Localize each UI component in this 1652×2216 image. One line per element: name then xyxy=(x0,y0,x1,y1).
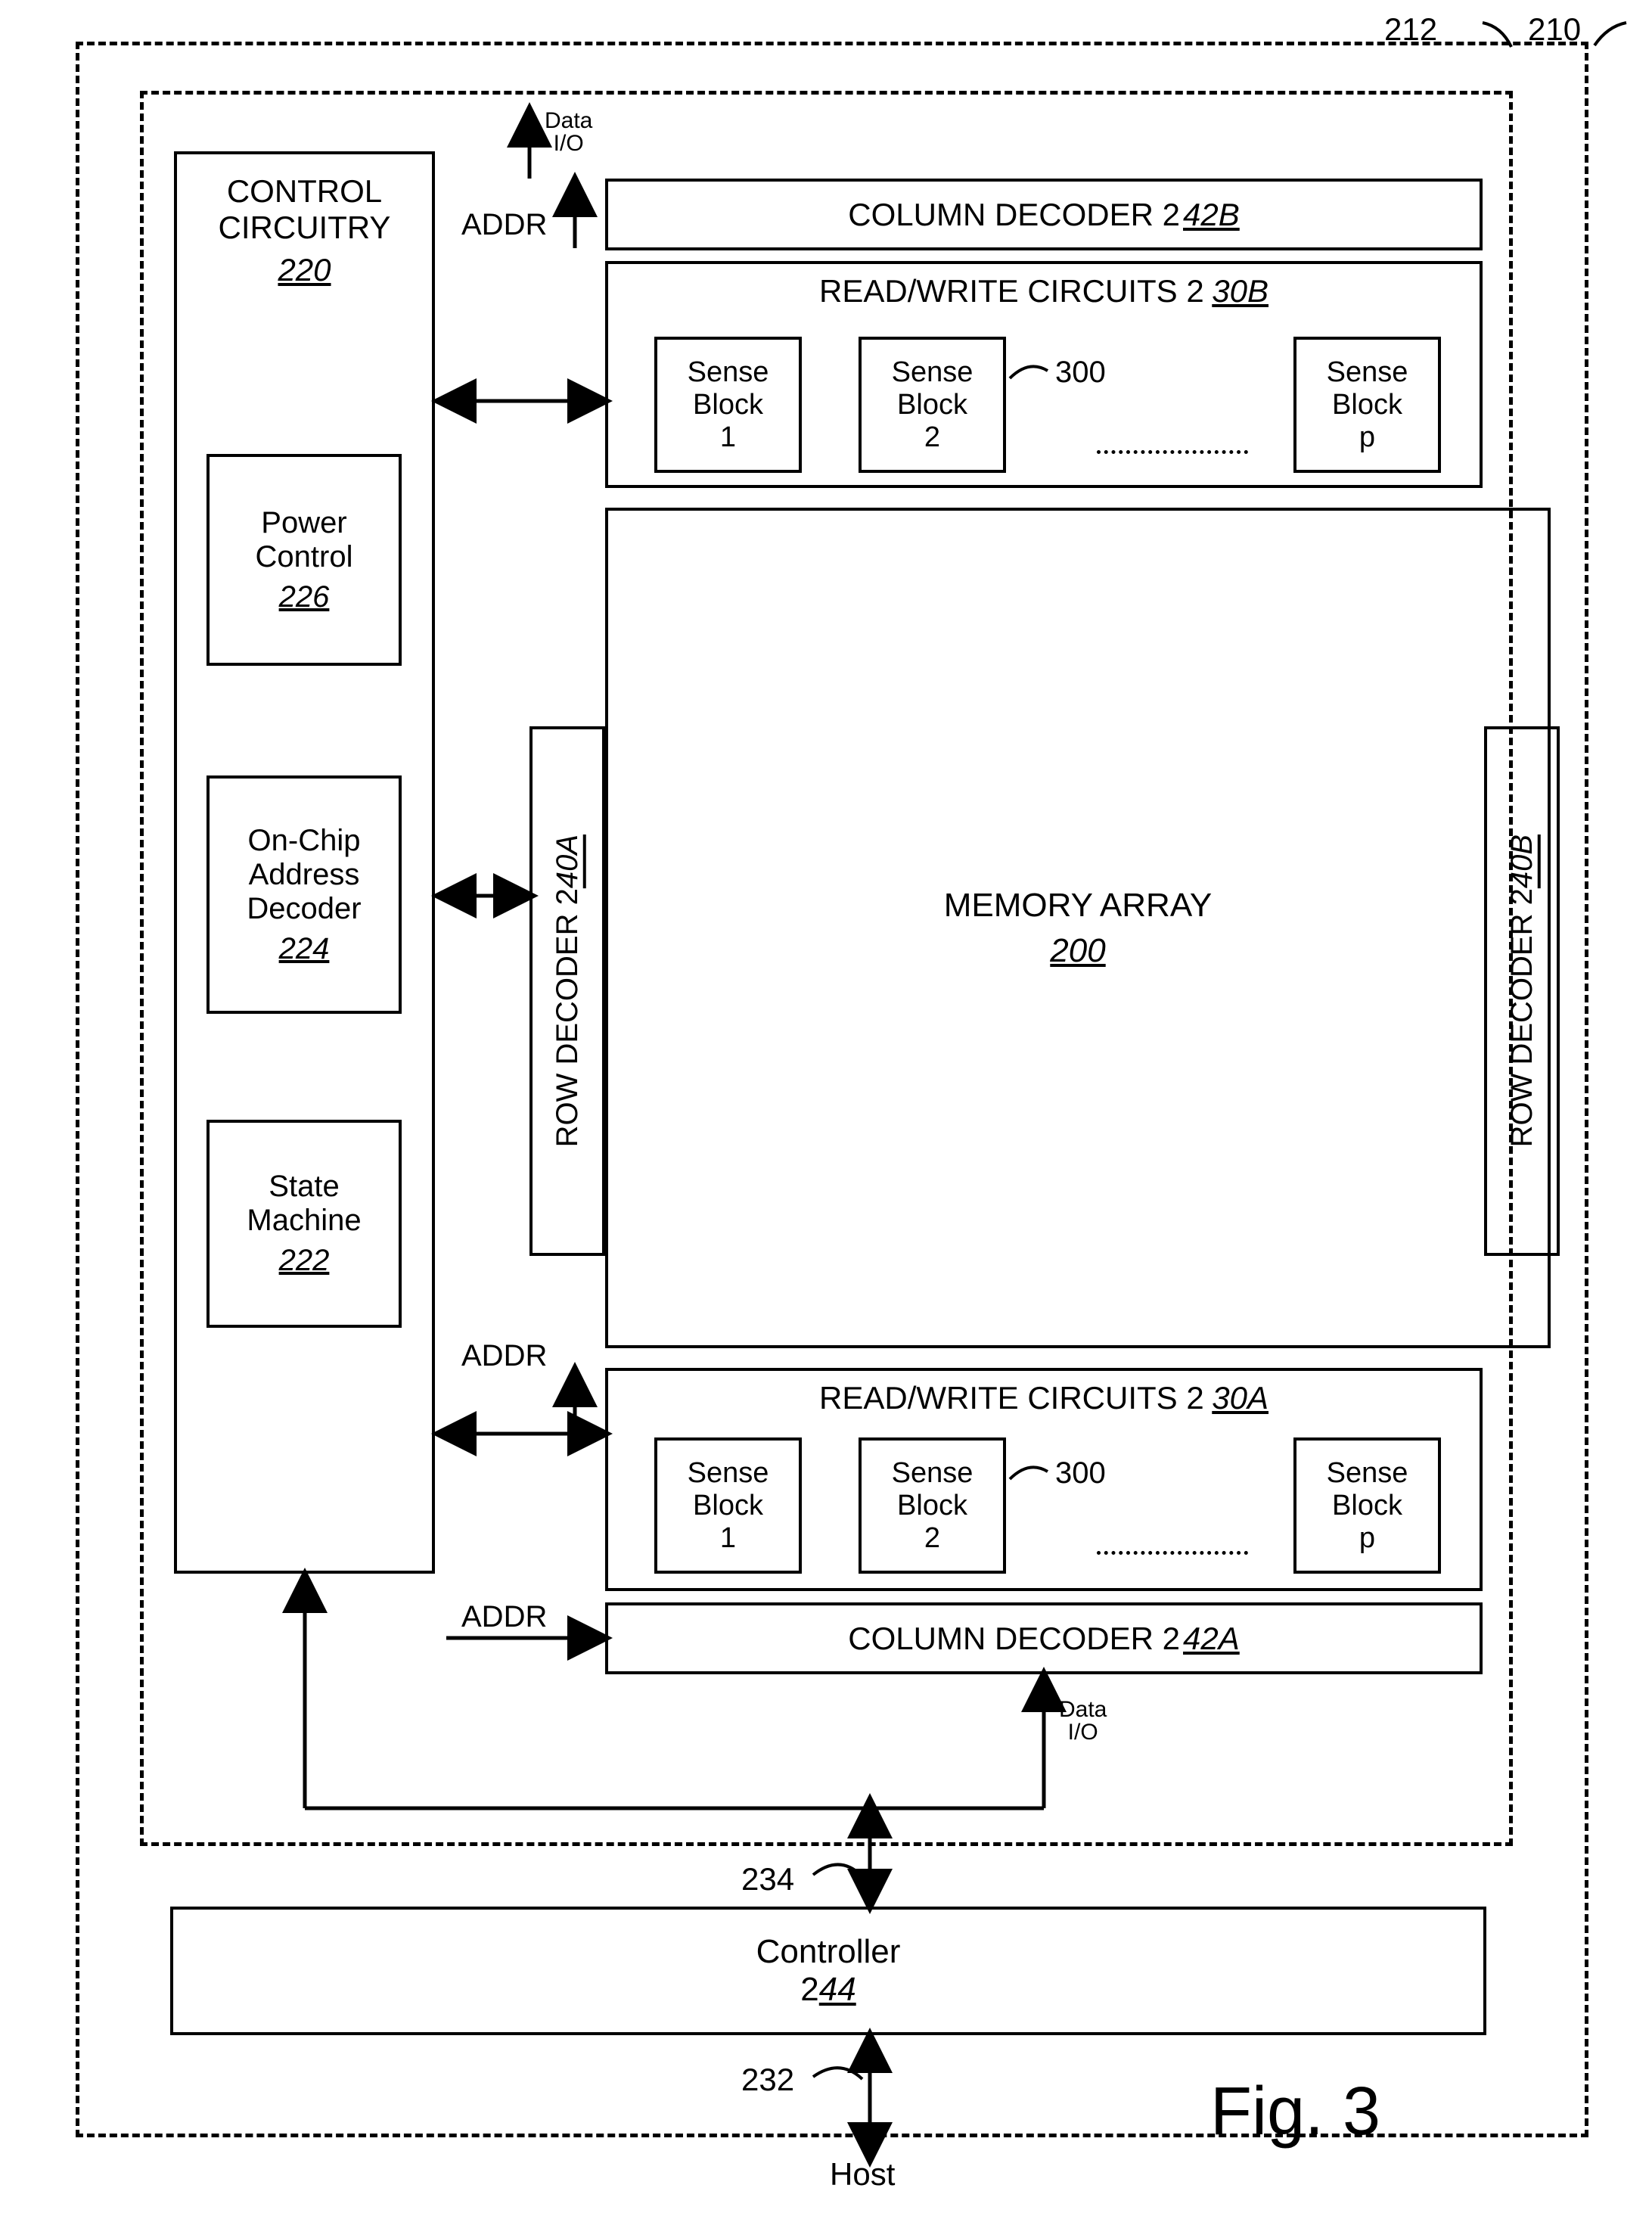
state-machine-ref: 222 xyxy=(279,1244,330,1278)
ref-234: 234 xyxy=(741,1861,794,1897)
rw-b-label: READ/WRITE CIRCUITS 2 xyxy=(819,273,1204,309)
sense-a2-label: Sense Block xyxy=(862,1457,1003,1522)
ref-212: 212 xyxy=(1384,11,1437,48)
col-dec-b-label: COLUMN DECODER 2 xyxy=(848,197,1180,233)
rw-a-ref: 30A xyxy=(1212,1380,1268,1416)
data-io-top: DataI/O xyxy=(545,110,592,155)
control-circuitry-ref: 220 xyxy=(278,252,331,288)
addr-1830l: ADDR xyxy=(461,1339,547,1373)
address-decoder-ref: 224 xyxy=(279,932,330,966)
ref-210: 210 xyxy=(1528,11,1581,48)
controller-prefix: 2 xyxy=(800,1971,818,2008)
figure-title: Fig. 3 xyxy=(1210,2073,1380,2151)
sense-2: 2 xyxy=(924,421,940,454)
controller-ref: 44 xyxy=(819,1971,856,2008)
col-dec-b-ref: 42B xyxy=(1183,197,1240,233)
sense-block-b-p: Sense Block p xyxy=(1293,337,1441,473)
address-decoder-label: On-Chip Address Decoder xyxy=(210,824,399,926)
sense-a2: 2 xyxy=(924,1522,940,1555)
row-a-label: ROW DECODER 2 xyxy=(551,888,584,1147)
row-b-label: ROW DECODER 2 xyxy=(1505,888,1539,1147)
addr-top: ADDR xyxy=(461,208,547,242)
row-decoder-a: ROW DECODER 240A xyxy=(529,726,605,1256)
sense-ap: p xyxy=(1359,1522,1375,1555)
power-control-ref: 226 xyxy=(279,580,330,614)
row-decoder-b: ROW DECODER 240B xyxy=(1484,726,1560,1256)
sense-labelp: Sense Block xyxy=(1296,356,1438,421)
sense-block-a-1: Sense Block 1 xyxy=(654,1437,802,1574)
sense-block-a-2: Sense Block 2 xyxy=(859,1437,1006,1574)
power-control-box: Power Control 226 xyxy=(206,454,402,666)
controller-box: Controller 244 xyxy=(170,1907,1486,2035)
row-a-ref: 40A xyxy=(551,834,584,888)
col-dec-a-label: COLUMN DECODER 2 xyxy=(848,1621,1180,1657)
sense-block-b-2: Sense Block 2 xyxy=(859,337,1006,473)
column-decoder-a: COLUMN DECODER 2 42A xyxy=(605,1602,1483,1674)
sense-label: Sense Block xyxy=(657,356,799,421)
sense-a1: 1 xyxy=(720,1522,736,1555)
rw-b-ref: 30B xyxy=(1212,273,1268,309)
row-b-ref: 40B xyxy=(1505,834,1539,888)
rw-a-label: READ/WRITE CIRCUITS 2 xyxy=(819,1380,1204,1416)
sense-block-a-p: Sense Block p xyxy=(1293,1437,1441,1574)
sense-ap-label: Sense Block xyxy=(1296,1457,1438,1522)
host-label: Host xyxy=(830,2156,895,2193)
sense-label2: Sense Block xyxy=(862,356,1003,421)
col-dec-a-ref: 42A xyxy=(1183,1621,1240,1657)
dots-bottom xyxy=(1097,1551,1248,1555)
ref-232: 232 xyxy=(741,2062,794,2098)
column-decoder-b: COLUMN DECODER 2 42B xyxy=(605,179,1483,250)
sense-block-b-1: Sense Block 1 xyxy=(654,337,802,473)
ref-300-top: 300 xyxy=(1055,356,1106,390)
power-control-label: Power Control xyxy=(210,506,399,574)
addr-2075l: ADDR xyxy=(461,1600,547,1634)
address-decoder-box: On-Chip Address Decoder 224 xyxy=(206,775,402,1014)
sense-p: p xyxy=(1359,421,1375,454)
sense-a1-label: Sense Block xyxy=(657,1457,799,1522)
control-circuitry-title: CONTROL CIRCUITRY xyxy=(177,173,432,246)
sense-1: 1 xyxy=(720,421,736,454)
data-io-bottom: DataI/O xyxy=(1059,1699,1107,1744)
ref-300-bot: 300 xyxy=(1055,1456,1106,1490)
dots-top xyxy=(1097,450,1248,454)
controller-label: Controller xyxy=(756,1933,901,1971)
state-machine-label: State Machine xyxy=(210,1170,399,1238)
state-machine-box: State Machine 222 xyxy=(206,1120,402,1328)
